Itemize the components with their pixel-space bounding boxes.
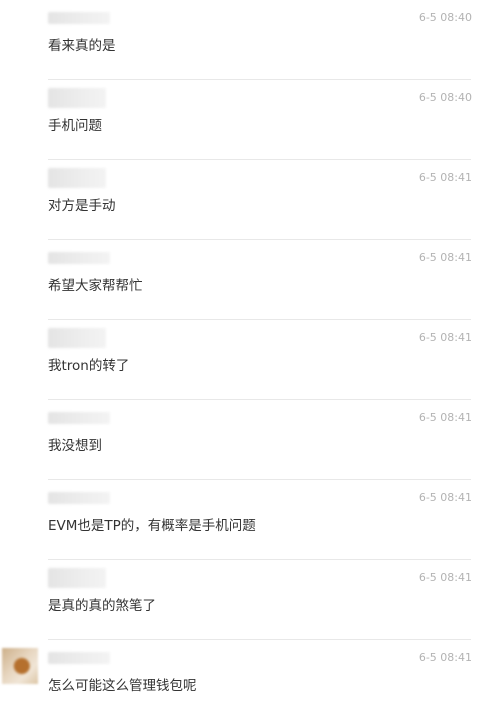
comment-item: 6-5 08:41 怎么可能这么管理钱包呢: [0, 640, 483, 701]
comment-item: 6-5 08:41 我tron的转了: [0, 320, 483, 400]
comment-timestamp: 6-5 08:41: [418, 491, 472, 504]
username-blurred[interactable]: [48, 88, 106, 108]
avatar[interactable]: [2, 648, 38, 684]
comment-text: 看来真的是: [48, 38, 116, 54]
username-blurred[interactable]: [48, 492, 110, 504]
comment-timestamp: 6-5 08:41: [418, 571, 472, 584]
comment-item: 6-5 08:40 看来真的是: [0, 0, 483, 80]
comment-text: 是真的真的煞笔了: [48, 598, 156, 614]
comment-list: 6-5 08:40 看来真的是 6-5 08:40 手机问题 6-5 08:41…: [0, 0, 483, 701]
comment-item: 6-5 08:41 是真的真的煞笔了: [0, 560, 483, 640]
comment-timestamp: 6-5 08:40: [418, 91, 472, 104]
username-blurred[interactable]: [48, 12, 110, 24]
username-blurred[interactable]: [48, 652, 110, 664]
comment-item: 6-5 08:41 希望大家帮帮忙: [0, 240, 483, 320]
comment-text: 我没想到: [48, 438, 102, 454]
comment-text: 对方是手动: [48, 198, 116, 214]
comment-item: 6-5 08:41 我没想到: [0, 400, 483, 480]
comment-item: 6-5 08:41 EVM也是TP的，有概率是手机问题: [0, 480, 483, 560]
username-blurred[interactable]: [48, 168, 106, 188]
username-blurred[interactable]: [48, 568, 106, 588]
comment-timestamp: 6-5 08:41: [418, 651, 472, 664]
comment-timestamp: 6-5 08:41: [418, 411, 472, 424]
comment-timestamp: 6-5 08:40: [418, 11, 472, 24]
comment-timestamp: 6-5 08:41: [418, 171, 472, 184]
username-blurred[interactable]: [48, 412, 110, 424]
comment-text: 我tron的转了: [48, 358, 130, 374]
comment-text: EVM也是TP的，有概率是手机问题: [48, 518, 256, 534]
comment-timestamp: 6-5 08:41: [418, 331, 472, 344]
username-blurred[interactable]: [48, 252, 110, 264]
comment-text: 手机问题: [48, 118, 102, 134]
comment-timestamp: 6-5 08:41: [418, 251, 472, 264]
comment-item: 6-5 08:40 手机问题: [0, 80, 483, 160]
comment-text: 希望大家帮帮忙: [48, 278, 143, 294]
comment-text: 怎么可能这么管理钱包呢: [48, 678, 197, 694]
username-blurred[interactable]: [48, 328, 106, 348]
comment-item: 6-5 08:41 对方是手动: [0, 160, 483, 240]
